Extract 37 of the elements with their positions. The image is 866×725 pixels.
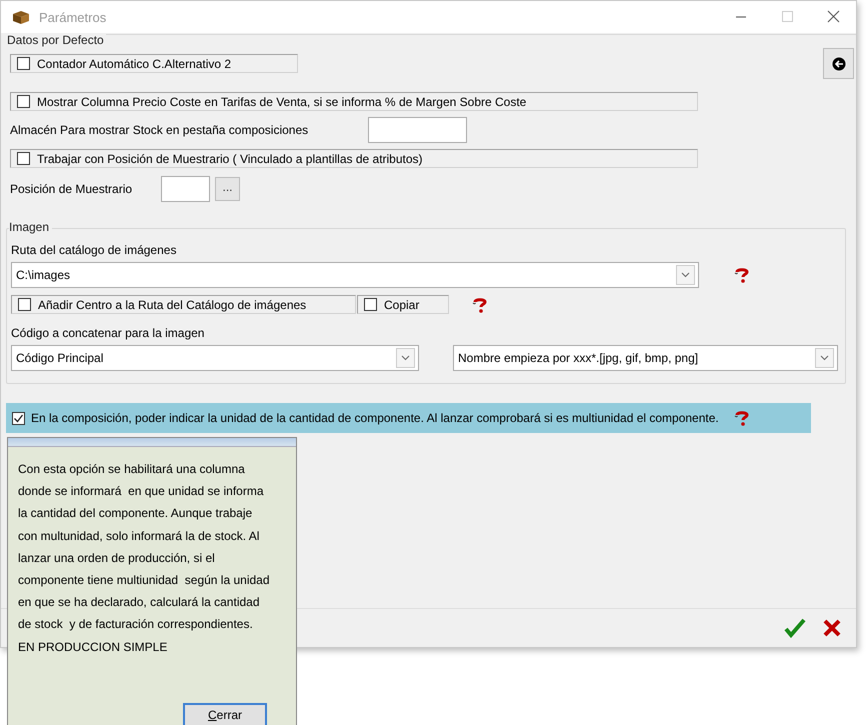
checkbox[interactable] (17, 95, 30, 108)
input-field[interactable] (161, 176, 210, 202)
checkbox-option[interactable]: En la composición, poder indicar la unidad de la cantidad de componente. Al lanzar comprobará si es multiunidad el componente. (6, 403, 811, 433)
help-icon[interactable] (732, 410, 751, 426)
dropdown[interactable]: Código Principal (11, 345, 419, 371)
help-icon[interactable] (733, 267, 751, 283)
window-title: Parámetros (39, 10, 106, 24)
dropdown[interactable]: C:\images (11, 262, 699, 288)
close-button[interactable]: Cerrar (183, 703, 267, 725)
checkbox[interactable] (12, 412, 25, 424)
checkbox[interactable] (17, 57, 30, 70)
field-label: Ruta del catálogo de imágenes (11, 243, 178, 257)
checkbox-label: En la composición, poder indicar la unidad de la cantidad de componente. Al lanzar comprobará si es multiunidad el componente. (31, 411, 719, 425)
help-icon[interactable] (471, 296, 489, 312)
checkbox-label: Mostrar Columna Precio Coste en Tarifas de Venta, si se informa % de Margen Sobre Coste (37, 94, 526, 108)
checkbox-label: Contador Automático C.Alternativo 2 (37, 56, 232, 70)
checkbox[interactable] (17, 152, 30, 165)
input-field[interactable] (368, 117, 467, 143)
group-title: Datos por Defecto (7, 33, 106, 47)
dropdown[interactable]: Nombre empieza por xxx*.[jpg, gif, bmp, png] (453, 345, 838, 371)
checkmark-icon (13, 412, 24, 424)
field-label: Código a concatenar para la imagen (11, 326, 206, 340)
field-label: Almacén Para mostrar Stock en pestaña composiciones (10, 123, 310, 137)
checkbox-label: Copiar (384, 298, 420, 312)
box-icon (11, 9, 31, 25)
arrow-icon (832, 56, 846, 70)
checkbox[interactable] (18, 298, 31, 311)
field-label: Posición de Muestrario (10, 182, 134, 196)
checkbox-label: Añadir Centro a la Ruta del Catálogo de imágenes (38, 298, 306, 312)
checkmark-icon[interactable] (784, 618, 806, 638)
help-text: Con esta opción se habilitará una columna donde se informará en que unidad se informa la cantidad del componente. Aunque trabaje con multunidad, solo informará la de stock. Al lanzar una orden de producción, si el componente tiene multiunidad según la unidad en que se ha declarado, calculará la cantidad de stock y de facturación correspondientes. EN PRODUCCION SIMPLE (18, 461, 270, 656)
checkbox[interactable] (364, 298, 377, 311)
cross-icon[interactable] (822, 618, 842, 638)
checkbox-label: Trabajar con Posición de Muestrario ( Vinculado a plantillas de atributos) (37, 152, 423, 166)
group-title: Imagen (9, 220, 52, 234)
browse-button[interactable]: ... (215, 177, 240, 201)
back-button[interactable] (823, 48, 854, 79)
